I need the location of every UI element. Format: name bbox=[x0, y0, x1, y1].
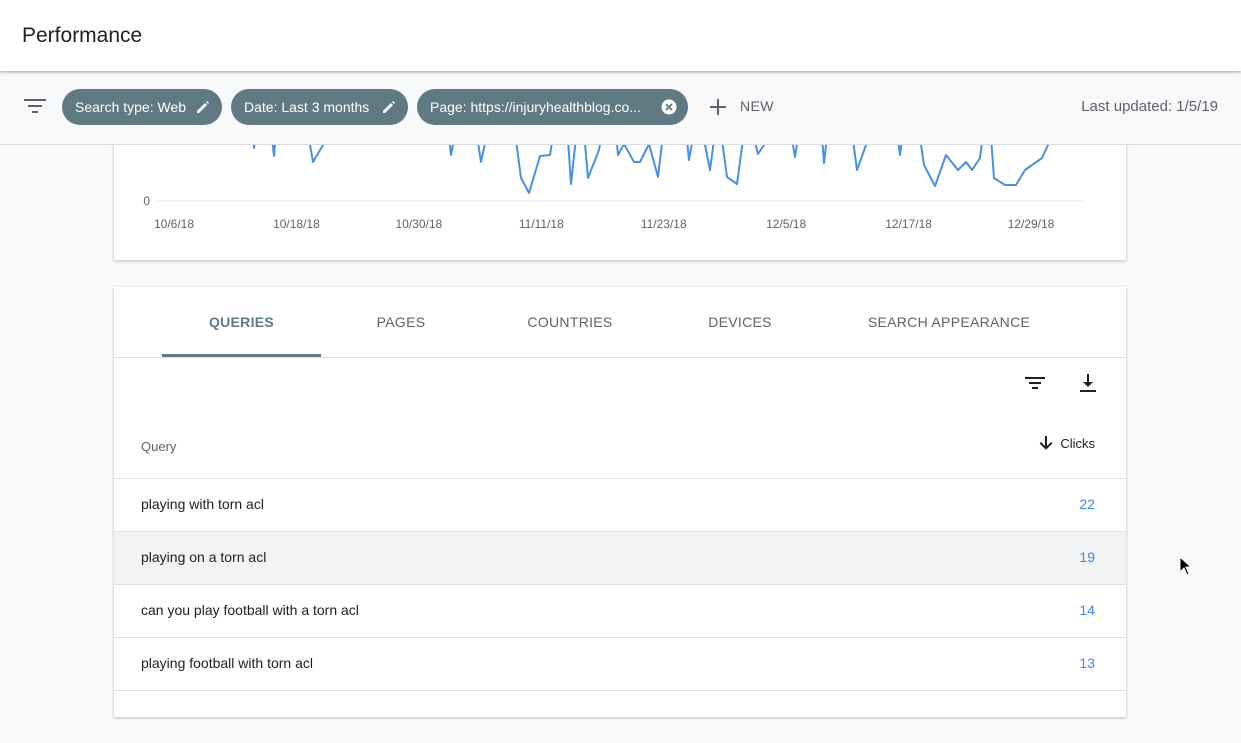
filter-bar: Search type: Web Date: Last 3 months Pag… bbox=[0, 71, 1241, 145]
page-title: Performance bbox=[22, 24, 143, 47]
tab-search-appearance[interactable]: SEARCH APPEARANCE bbox=[854, 287, 1044, 357]
chip-label: Page: https://injuryhealthblog.co... bbox=[430, 99, 641, 115]
close-circle-icon[interactable] bbox=[661, 99, 677, 115]
table-row[interactable]: playing football with torn acl 13 bbox=[114, 637, 1126, 690]
column-header-clicks-label: Clicks bbox=[1060, 436, 1095, 451]
sort-down-icon bbox=[1039, 436, 1053, 450]
filter-icon[interactable] bbox=[24, 96, 46, 116]
plus-icon bbox=[710, 99, 726, 115]
table-row[interactable]: can you play football with a torn acl 14 bbox=[114, 584, 1126, 637]
query-cell: playing on a torn acl bbox=[141, 549, 267, 565]
top-bar: Performance bbox=[0, 0, 1241, 71]
mouse-cursor-icon bbox=[1179, 556, 1193, 576]
pencil-icon[interactable] bbox=[195, 99, 211, 115]
table-row[interactable] bbox=[114, 690, 1126, 743]
query-cell: playing football with torn acl bbox=[141, 655, 313, 671]
column-header-query[interactable]: Query bbox=[141, 439, 176, 454]
chip-date[interactable]: Date: Last 3 months bbox=[231, 89, 408, 125]
tab-queries[interactable]: QUERIES bbox=[162, 287, 321, 357]
last-updated-text: Last updated: 1/5/19 bbox=[1081, 98, 1218, 115]
x-tick-label: 12/17/18 bbox=[885, 217, 932, 231]
x-tick-label: 10/6/18 bbox=[154, 217, 194, 231]
clicks-cell: 14 bbox=[1079, 602, 1095, 618]
active-tab-indicator bbox=[162, 354, 321, 357]
x-tick-label: 12/5/18 bbox=[766, 217, 806, 231]
clicks-cell: 19 bbox=[1079, 549, 1095, 565]
x-tick-label: 11/11/18 bbox=[519, 217, 564, 231]
query-cell: can you play football with a torn acl bbox=[141, 602, 359, 618]
y-tick-label: 0 bbox=[143, 194, 150, 208]
x-tick-label: 12/29/18 bbox=[1008, 217, 1055, 231]
table-row[interactable]: playing on a torn acl 19 bbox=[114, 531, 1126, 584]
x-tick-label: 11/23/18 bbox=[641, 217, 687, 231]
tab-countries[interactable]: COUNTRIES bbox=[510, 287, 630, 357]
x-tick-label: 10/18/18 bbox=[273, 217, 320, 231]
chip-label: Search type: Web bbox=[75, 99, 187, 115]
column-header-clicks[interactable]: Clicks bbox=[1039, 435, 1095, 451]
clicks-cell: 22 bbox=[1079, 496, 1095, 512]
pencil-icon[interactable] bbox=[381, 99, 397, 115]
tab-bar: QUERIES PAGES COUNTRIES DEVICES SEARCH A… bbox=[114, 287, 1126, 358]
table-row[interactable]: playing with torn acl 22 bbox=[114, 478, 1126, 531]
chip-page[interactable]: Page: https://injuryhealthblog.co... bbox=[417, 89, 688, 125]
new-filter-label: NEW bbox=[740, 98, 774, 114]
clicks-cell: 13 bbox=[1079, 655, 1095, 671]
query-cell: playing with torn acl bbox=[141, 496, 264, 512]
download-icon[interactable] bbox=[1076, 371, 1100, 395]
tab-pages[interactable]: PAGES bbox=[351, 287, 451, 357]
table-filter-icon[interactable] bbox=[1023, 371, 1047, 395]
tab-devices[interactable]: DEVICES bbox=[690, 287, 790, 357]
results-table-card: QUERIES PAGES COUNTRIES DEVICES SEARCH A… bbox=[114, 287, 1126, 717]
chip-search-type[interactable]: Search type: Web bbox=[62, 89, 222, 125]
x-tick-label: 10/30/18 bbox=[395, 217, 442, 231]
chip-label: Date: Last 3 months bbox=[244, 99, 370, 115]
